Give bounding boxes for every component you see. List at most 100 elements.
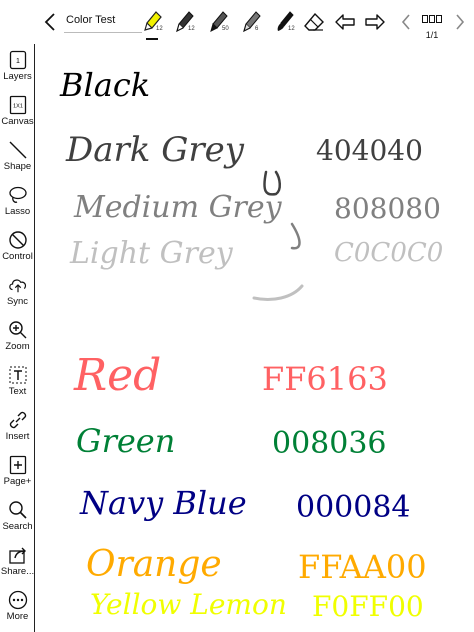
ink-light-grey-label: Light Grey	[70, 236, 233, 271]
document-title[interactable]: Color Test	[66, 14, 115, 26]
ink-navy-blue-label: Navy Blue	[80, 484, 247, 522]
eraser-icon	[304, 12, 324, 31]
active-pen-indicator	[146, 38, 158, 40]
redo-button[interactable]	[362, 0, 388, 44]
medium-grey-descender-stroke	[290, 222, 301, 250]
ink-light-grey-text: Light Grey	[70, 236, 233, 271]
ink-red-label: Red	[74, 350, 161, 401]
shape-icon	[8, 140, 28, 160]
sync-icon	[8, 275, 28, 295]
pen-size: 12	[288, 26, 295, 32]
ink-navy-blue-hex-text: 000084	[296, 490, 411, 525]
more-icon	[8, 590, 28, 610]
top-toolbar: Color Test 12 12 50 6 12 1/1	[0, 0, 474, 44]
ink-dark-grey-hex: 404040	[316, 134, 423, 167]
lasso-icon	[8, 185, 28, 205]
sidebar-item-label: Layers	[3, 71, 32, 82]
ink-red-hex: FF6163	[262, 360, 388, 398]
sidebar-item-label: More	[6, 611, 29, 622]
sidebar-item-label: Text	[8, 386, 27, 397]
share-icon	[8, 545, 28, 565]
sidebar-item-label: Search	[2, 521, 33, 532]
ink-orange-label: Orange	[86, 544, 222, 585]
sidebar-item-sync[interactable]: Sync	[0, 275, 35, 319]
sidebar-item-layers[interactable]: 1 Layers	[0, 50, 35, 94]
pencil-button[interactable]: 6	[237, 0, 267, 44]
ink-navy-blue-text: Navy Blue	[80, 484, 247, 522]
ink-dark-grey-hex-text: 404040	[316, 134, 423, 167]
sidebar-item-label: Page+	[3, 476, 32, 487]
chevron-left-icon	[401, 14, 410, 30]
control-icon	[8, 230, 28, 250]
ink-medium-grey-label: Medium Grey	[74, 190, 282, 225]
sidebar-item-share[interactable]: Share...	[0, 545, 35, 589]
page-grid-icon	[422, 15, 442, 23]
layers-badge: 1	[16, 58, 20, 65]
page-add-icon	[8, 455, 28, 475]
canvas-icon: 1X1	[8, 95, 28, 115]
zoom-icon	[8, 320, 28, 340]
sidebar-item-canvas[interactable]: 1X1 Canvas	[0, 95, 35, 139]
pencil-icon	[243, 11, 261, 33]
page-indicator[interactable]: 1/1	[418, 10, 446, 40]
sidebar-item-insert[interactable]: Insert	[0, 410, 35, 454]
light-grey-underline-stroke	[252, 284, 304, 301]
sidebar-item-text[interactable]: Text	[0, 365, 35, 409]
ink-green-hex: 008036	[272, 426, 387, 461]
sidebar-item-label: Share...	[0, 566, 35, 577]
sidebar-item-search[interactable]: Search	[0, 500, 35, 544]
sidebar-item-more[interactable]: More	[0, 590, 35, 632]
undo-button[interactable]	[332, 0, 358, 44]
ink-medium-grey-text: Medium Grey	[74, 190, 282, 225]
sidebar-item-zoom[interactable]: Zoom	[0, 320, 35, 364]
back-button[interactable]	[38, 0, 62, 44]
marker-pen-button[interactable]: 50	[204, 0, 234, 44]
pen-size: 12	[156, 26, 163, 32]
chevron-right-icon	[456, 14, 465, 30]
ink-orange-hex: FFAA00	[298, 548, 427, 586]
brush-pen-button[interactable]: 12	[270, 0, 300, 44]
sidebar-item-label: Canvas	[1, 116, 34, 127]
sidebar-item-shape[interactable]: Shape	[0, 140, 35, 184]
ink-black-label: Black	[60, 66, 150, 104]
next-page-button[interactable]	[452, 0, 468, 44]
previous-page-button[interactable]	[398, 0, 414, 44]
sidebar-item-lasso[interactable]: Lasso	[0, 185, 35, 229]
ink-orange-text: Orange	[86, 544, 222, 585]
ink-yellow-lemon-hex: F0FF00	[312, 590, 424, 623]
text-icon	[8, 365, 28, 385]
ink-yellow-lemon-text: Yellow Lemon	[90, 588, 287, 621]
ink-black-text: Black	[60, 66, 151, 104]
ink-green-text: Green	[76, 422, 176, 460]
sidebar-item-label: Control	[2, 251, 33, 262]
canvas-badge: 1X1	[13, 104, 23, 110]
ink-navy-blue-hex: 000084	[296, 490, 411, 525]
fountain-pen-button[interactable]: 12	[170, 0, 200, 44]
layers-icon: 1	[8, 50, 28, 70]
pen-size: 50	[222, 26, 229, 32]
sidebar-item-page-add[interactable]: Page+	[0, 455, 35, 499]
left-sidebar: 1 Layers 1X1 Canvas Shape Lasso Control …	[0, 44, 35, 632]
ink-dark-grey-label: Dark Grey	[66, 130, 244, 170]
pen-size: 12	[188, 26, 195, 32]
ink-medium-grey-hex: 808080	[334, 192, 441, 225]
ink-light-grey-hex-text: C0C0C0	[334, 238, 444, 268]
chevron-left-icon	[44, 13, 55, 31]
ink-red-text: Red	[74, 350, 162, 401]
drawing-canvas[interactable]: Black Dark Grey 404040 Medium Grey 80808…	[36, 44, 474, 632]
ink-green-label: Green	[76, 422, 175, 460]
sidebar-item-label: Insert	[5, 431, 30, 442]
sidebar-item-control[interactable]: Control	[0, 230, 35, 274]
ink-light-grey-hex: C0C0C0	[334, 238, 443, 268]
eraser-button[interactable]	[300, 0, 328, 44]
insert-icon	[8, 410, 28, 430]
ink-green-hex-text: 008036	[272, 426, 387, 461]
search-icon	[8, 500, 28, 520]
sidebar-item-label: Shape	[3, 161, 32, 172]
undo-icon	[335, 14, 355, 30]
ink-medium-grey-hex-text: 808080	[334, 192, 441, 225]
ink-orange-hex-text: FFAA00	[298, 548, 427, 586]
page-number: 1/1	[425, 30, 439, 40]
ink-yellow-lemon-hex-text: F0FF00	[312, 590, 424, 623]
pen-size: 6	[255, 26, 259, 32]
